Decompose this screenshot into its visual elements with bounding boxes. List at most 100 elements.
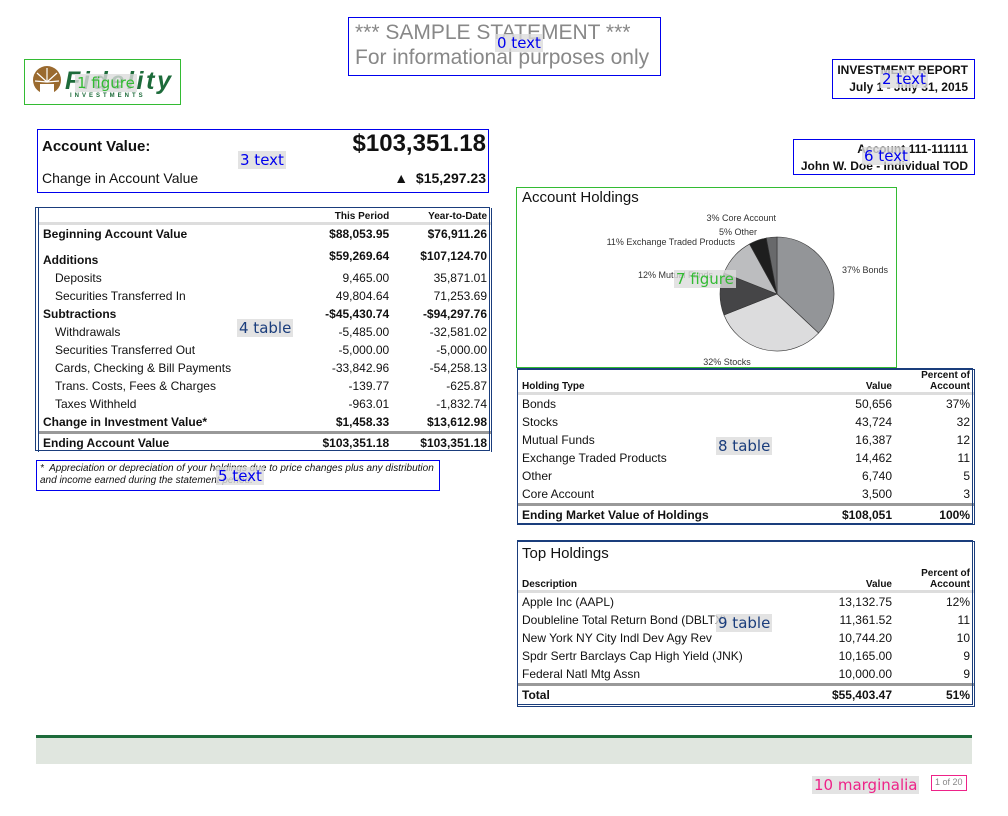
table-row: Trans. Costs, Fees & Charges -139.77 -625.… [39, 377, 491, 395]
col-value: Value [809, 370, 896, 395]
this-period-value: $1,458.33 [335, 415, 390, 429]
this-period-value: $59,269.64 [329, 249, 390, 263]
this-period-value: -139.77 [348, 379, 390, 393]
row-label: Federal Natl Mtg Assn [522, 667, 641, 681]
change-amount: $15,297.23 [415, 170, 486, 186]
row-value: 10,000.00 [838, 667, 892, 681]
table-row: Spdr Sertr Barclays Cap High Yield (JNK)… [518, 647, 974, 665]
row-label: Bonds [522, 397, 557, 411]
pie-label: 37% Bonds [842, 265, 889, 275]
this-period-value: -963.01 [348, 397, 390, 411]
total-row: Total $55,403.47 51% [518, 683, 974, 704]
col-percent: Percent of Account [896, 568, 974, 593]
annotation-label: 4 table [237, 319, 294, 337]
up-arrow-icon: ▲ [394, 170, 409, 186]
pie-label: 32% Stocks [703, 357, 751, 367]
table-row: Other 6,740 5 [518, 467, 974, 485]
ytd-value: $76,911.26 [427, 227, 487, 241]
table-row: Ending Account Value $103,351.18 $103,351.… [39, 431, 491, 452]
ytd-value: 71,253.69 [433, 289, 487, 303]
total-percent: 100% [896, 503, 974, 524]
col-ytd: Year-to-Date [393, 208, 491, 225]
annotation-label: 3 text [238, 151, 286, 169]
ytd-value: -54,258.13 [429, 361, 487, 375]
total-label: Ending Market Value of Holdings [518, 503, 810, 524]
table-row: Securities Transferred Out -5,000.00 -5,00… [39, 341, 491, 359]
annotation-label: 1 figure [75, 74, 137, 92]
this-period-value: 49,804.64 [335, 289, 390, 303]
row-label: Securities Transferred Out [55, 343, 196, 357]
annotation-label: 7 figure [674, 270, 736, 288]
account-value: $103,351.18 [352, 130, 486, 157]
row-label: Cards, Checking & Bill Payments [55, 361, 232, 375]
ytd-value: -1,832.74 [436, 397, 487, 411]
row-value: 13,132.75 [838, 595, 892, 609]
table-row: Core Account 3,500 3 [518, 485, 974, 505]
ytd-value: $103,351.18 [393, 431, 491, 452]
this-period-value: -5,485.00 [338, 325, 390, 339]
row-percent: 5 [963, 469, 970, 483]
statement-page: *** SAMPLE STATEMENT *** For information… [0, 0, 1008, 816]
annotation-label: 6 text [862, 147, 910, 165]
row-value: 10,165.00 [838, 649, 892, 663]
row-label: Beginning Account Value [43, 227, 188, 241]
row-percent: 10 [956, 631, 970, 645]
annotation-label: 10 marginalia [812, 776, 920, 794]
annotation-label: 2 text [880, 70, 928, 88]
svg-text:INVESTMENTS: INVESTMENTS [70, 93, 146, 98]
change-label: Change in Account Value [42, 170, 199, 186]
account-value-label: Account Value: [42, 138, 151, 155]
table-row: Bonds 50,656 37% [518, 394, 974, 414]
this-period-value: -$45,430.74 [325, 307, 390, 321]
ytd-value: 35,871.01 [433, 271, 487, 285]
this-period-value: $88,053.95 [329, 227, 390, 241]
table-row: Federal Natl Mtg Assn 10,000.00 9 [518, 665, 974, 685]
table-row: Deposits 9,465.00 35,871.01 [39, 269, 491, 287]
col-description: Description [518, 568, 810, 593]
row-percent: 9 [963, 649, 970, 663]
col-percent: Percent of Account [896, 370, 974, 395]
ytd-value: $107,124.70 [420, 249, 487, 263]
row-percent: 37% [945, 397, 970, 411]
this-period-value: $103,351.18 [295, 431, 394, 452]
annotation-label: 8 table [716, 437, 773, 455]
total-row: Ending Market Value of Holdings $108,051 1… [518, 503, 974, 524]
this-period-value: -33,842.96 [331, 361, 390, 375]
ytd-value: -32,581.02 [429, 325, 487, 339]
this-period-value: -5,000.00 [338, 343, 390, 357]
col-value: Value [809, 568, 896, 593]
ytd-value: $13,612.98 [426, 415, 487, 429]
col-this-period: This Period [295, 208, 394, 225]
row-value: 11,361.52 [839, 613, 893, 627]
row-value: 43,724 [855, 415, 892, 429]
row-value: 6,740 [861, 469, 892, 483]
row-label: Apple Inc (AAPL) [522, 595, 615, 609]
table-row: Stocks 43,724 32 [518, 413, 974, 431]
ytd-value: -625.87 [446, 379, 487, 393]
row-label: Securities Transferred In [55, 289, 186, 303]
pie-label: 5% Other [719, 227, 757, 237]
annotation-label: 0 text [495, 34, 543, 52]
table-row: Apple Inc (AAPL) 13,132.75 12% [518, 592, 974, 612]
row-percent: 12% [945, 595, 970, 609]
row-percent: 11 [957, 613, 970, 627]
page-number: 1 of 20 [935, 777, 963, 787]
table-row: Securities Transferred In 49,804.64 71,253… [39, 287, 491, 305]
row-value: 3,500 [861, 487, 892, 501]
table-row: Cards, Checking & Bill Payments -33,842.9… [39, 359, 491, 377]
this-period-value: 9,465.00 [342, 271, 390, 285]
holdings-chart-title: Account Holdings [522, 189, 639, 206]
row-label: Taxes Withheld [55, 397, 137, 411]
row-label: Other [522, 469, 553, 483]
pie-label: 3% Core Account [706, 213, 776, 223]
pie-label: 11% Exchange Traded Products [607, 237, 736, 247]
change-value: ▲ $15,297.23 [394, 170, 486, 186]
row-value: 16,387 [855, 433, 892, 447]
annotation-label: 5 text [216, 467, 264, 485]
ytd-value: -$94,297.76 [422, 307, 487, 321]
total-value: $108,051 [809, 503, 896, 524]
footer-band [36, 735, 972, 764]
table-row: Change in Investment Value* $1,458.33 $13,… [39, 413, 491, 433]
row-value: 50,656 [855, 397, 892, 411]
row-label: Change in Investment Value* [43, 415, 208, 429]
